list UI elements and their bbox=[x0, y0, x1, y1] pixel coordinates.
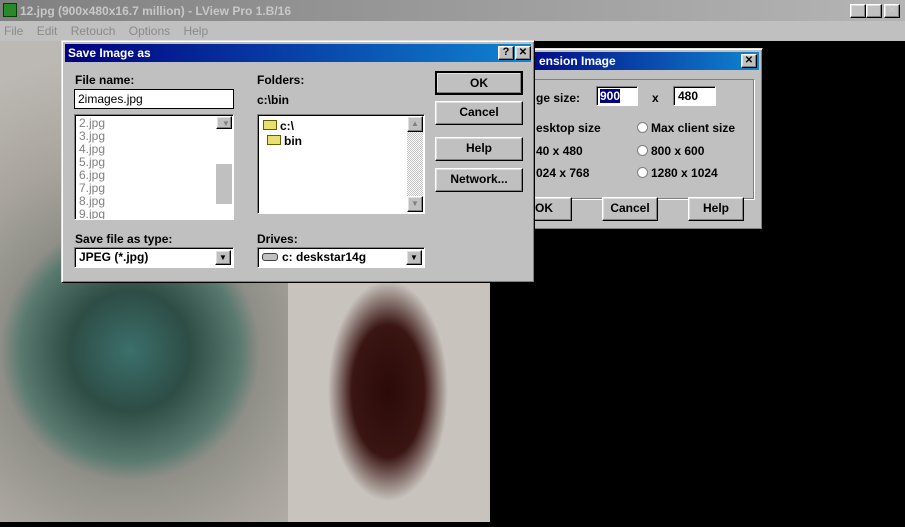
main-title-bar: 12.jpg (900x480x16.7 million) - LView Pr… bbox=[0, 0, 905, 21]
dimension-close-button[interactable]: ✕ bbox=[741, 54, 757, 68]
hard-drive-icon bbox=[262, 253, 278, 261]
open-folder-icon bbox=[263, 120, 277, 130]
window-title: 12.jpg (900x480x16.7 million) - LView Pr… bbox=[20, 4, 292, 18]
file-name-label: File name: bbox=[75, 73, 135, 87]
radio-desktop-size[interactable]: esktop size bbox=[536, 121, 601, 135]
maximize-button[interactable]: □ bbox=[866, 4, 882, 18]
dimension-dialog: ension Image ✕ ge size: 900 x 480 esktop… bbox=[505, 48, 763, 230]
image-size-label: ge size: bbox=[536, 91, 581, 105]
menu-retouch[interactable]: Retouch bbox=[71, 24, 116, 38]
drives-label: Drives: bbox=[257, 232, 298, 246]
radio-label: Max client size bbox=[651, 121, 736, 135]
dimension-dialog-title: ension Image bbox=[509, 52, 759, 70]
folder-list[interactable]: c:\ bin ▲ ▼ bbox=[257, 114, 425, 214]
file-item[interactable]: 9.jpg bbox=[75, 208, 233, 220]
file-list-scrollbar[interactable]: ▲ ▼ bbox=[216, 116, 232, 204]
width-input[interactable]: 900 bbox=[596, 86, 638, 106]
network-button[interactable]: Network... bbox=[435, 168, 523, 192]
x-label: x bbox=[652, 91, 659, 105]
folder-list-scrollbar[interactable]: ▲ ▼ bbox=[407, 116, 423, 212]
dimension-cancel-button[interactable]: Cancel bbox=[602, 197, 658, 221]
height-input[interactable]: 480 bbox=[673, 86, 716, 106]
save-type-label: Save file as type: bbox=[75, 232, 173, 246]
radio-circle bbox=[637, 167, 648, 178]
close-button[interactable]: ✕ bbox=[884, 4, 900, 18]
dimension-help-button[interactable]: Help bbox=[688, 197, 744, 221]
radio-1280x1024[interactable]: 1280 x 1024 bbox=[637, 166, 718, 180]
open-folder-icon bbox=[267, 135, 281, 145]
radio-circle bbox=[637, 122, 648, 133]
save-close-button[interactable]: ✕ bbox=[515, 46, 531, 60]
menu-bar: File Edit Retouch Options Help bbox=[0, 21, 905, 41]
minimize-button[interactable]: _ bbox=[850, 4, 866, 18]
file-list[interactable]: 2.jpg 3.jpg 4.jpg 5.jpg 6.jpg 7.jpg 8.jp… bbox=[74, 114, 234, 220]
ok-button[interactable]: OK bbox=[435, 71, 523, 95]
scroll-thumb[interactable] bbox=[216, 164, 232, 204]
radio-max-client-size[interactable]: Max client size bbox=[637, 121, 735, 135]
save-image-dialog: Save Image as ? ✕ File name: 2images.jpg… bbox=[61, 40, 535, 283]
cancel-button[interactable]: Cancel bbox=[435, 101, 523, 125]
menu-options[interactable]: Options bbox=[129, 24, 170, 38]
width-value: 900 bbox=[600, 89, 621, 103]
menu-help[interactable]: Help bbox=[183, 24, 208, 38]
help-button[interactable]: Help bbox=[435, 137, 523, 161]
folder-item-root[interactable]: c:\ bbox=[263, 119, 294, 133]
dropdown-arrow-icon[interactable]: ▼ bbox=[406, 250, 422, 265]
scroll-up-arrow-icon[interactable]: ▲ bbox=[407, 116, 423, 132]
radio-800x600[interactable]: 800 x 600 bbox=[637, 144, 704, 158]
drive-value: c: deskstar14g bbox=[282, 250, 367, 264]
save-type-select[interactable]: JPEG (*.jpg) ▼ bbox=[74, 247, 234, 268]
folder-label: bin bbox=[284, 134, 302, 148]
scroll-down-arrow-icon[interactable]: ▼ bbox=[216, 116, 232, 129]
menu-file[interactable]: File bbox=[4, 24, 23, 38]
file-name-input[interactable]: 2images.jpg bbox=[74, 89, 234, 109]
folders-label: Folders: bbox=[257, 73, 305, 87]
drives-select[interactable]: c: deskstar14g ▼ bbox=[257, 247, 425, 268]
save-type-value: JPEG (*.jpg) bbox=[79, 250, 149, 264]
folder-item-bin[interactable]: bin bbox=[267, 134, 302, 148]
radio-label: 1280 x 1024 bbox=[651, 166, 718, 180]
scroll-down-arrow-icon[interactable]: ▼ bbox=[407, 196, 423, 212]
radio-label: 800 x 600 bbox=[651, 144, 705, 158]
help-question-button[interactable]: ? bbox=[498, 46, 514, 60]
app-icon bbox=[3, 3, 17, 17]
radio-1024x768[interactable]: 024 x 768 bbox=[536, 166, 589, 180]
current-path: c:\bin bbox=[257, 93, 289, 107]
folder-label: c:\ bbox=[280, 119, 295, 133]
radio-circle bbox=[637, 145, 648, 156]
dropdown-arrow-icon[interactable]: ▼ bbox=[215, 250, 231, 265]
save-dialog-title: Save Image as bbox=[65, 44, 531, 62]
menu-edit[interactable]: Edit bbox=[37, 24, 58, 38]
radio-640x480[interactable]: 40 x 480 bbox=[536, 144, 583, 158]
